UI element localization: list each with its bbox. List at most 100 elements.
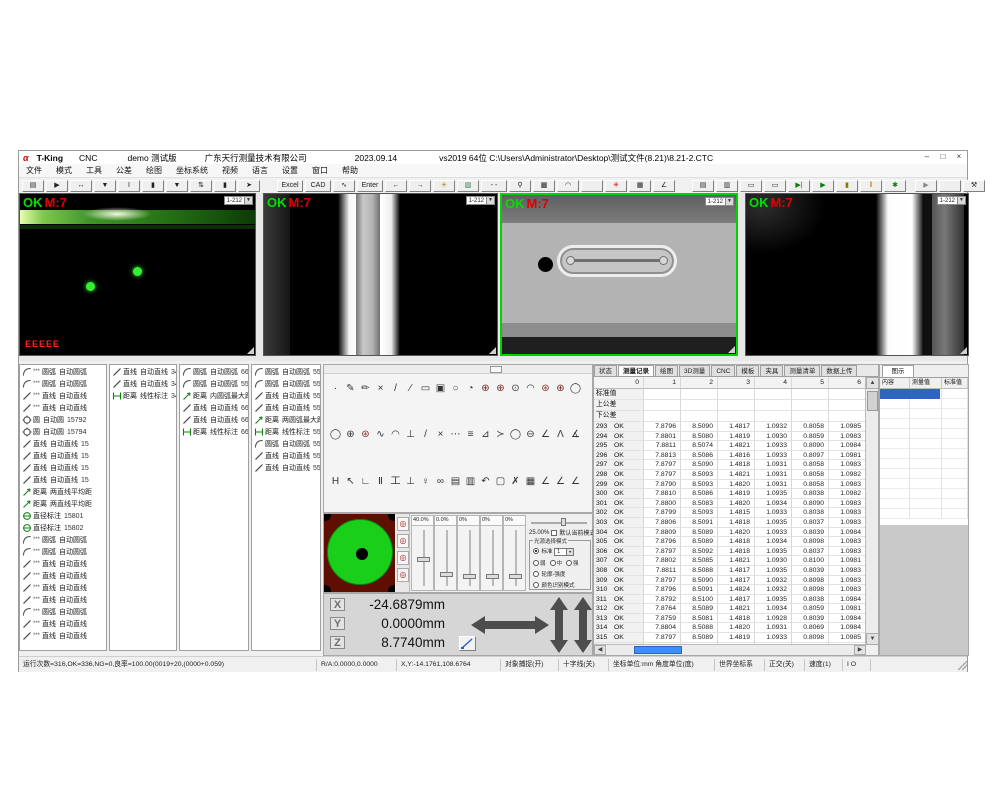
flag-button[interactable]: ▼ xyxy=(166,180,188,192)
tab-状态[interactable]: 状态 xyxy=(594,365,617,376)
tool-icon-r3-8[interactable]: ∞ xyxy=(433,474,448,489)
angle-jog-button[interactable] xyxy=(459,636,476,651)
camera-view-3-selected[interactable]: OKM:71-212▼ xyxy=(500,193,738,356)
light-slider-1[interactable]: 40.0% xyxy=(411,515,434,591)
feature-list-item[interactable]: 直径标注15801 xyxy=(20,510,106,522)
tab-数据上传[interactable]: 数据上传 xyxy=(821,365,857,376)
detail-row[interactable] xyxy=(880,399,968,409)
tool-icon-r3-5[interactable]: 工 xyxy=(388,474,403,489)
ring-segment-button-3[interactable]: ◎ xyxy=(397,551,409,565)
tool-icon-r1-12[interactable]: ⊕ xyxy=(493,381,508,396)
ring-light-indicator[interactable] xyxy=(324,514,395,592)
measurement-row[interactable]: 293OK7.87968.50901.48171.09320.80581.098… xyxy=(594,422,866,432)
tool-icon-r3-12[interactable]: ▢ xyxy=(493,474,508,489)
chevron-down-icon[interactable]: ▼ xyxy=(957,197,965,204)
tab-测量记录[interactable]: 测量记录 xyxy=(618,365,654,376)
tool-icon-r1-11[interactable]: ⊕ xyxy=(478,381,493,396)
light-slider-4[interactable]: 0% xyxy=(480,515,503,591)
status-segment-8[interactable]: 正交(关) xyxy=(765,659,805,671)
feature-list-item[interactable]: ***直线自动直线 xyxy=(20,558,106,570)
pan-button[interactable]: ↔ xyxy=(70,180,92,192)
scroll-right-icon[interactable]: ▶ xyxy=(854,645,866,655)
resize-grip-icon[interactable] xyxy=(247,347,254,354)
slider-thumb[interactable] xyxy=(486,574,499,579)
tool-icon-r3-11[interactable]: ↶ xyxy=(478,474,493,489)
feature-list-item[interactable]: 圆弧自动圆弧55 xyxy=(180,378,248,390)
feature-list-item[interactable]: ***直线自动直线 xyxy=(20,582,106,594)
measurement-row[interactable]: 307OK7.88028.50851.48211.09300.81001.098… xyxy=(594,556,866,566)
tool-icon-r1-5[interactable]: / xyxy=(388,381,403,396)
measurement-row[interactable]: 309OK7.87978.50901.48171.09320.80981.098… xyxy=(594,576,866,586)
slider-thumb[interactable] xyxy=(463,574,476,579)
feature-list-item[interactable]: 直线自动直线55 xyxy=(252,450,320,462)
measurement-row[interactable]: 315OK7.87978.50891.48191.09330.80981.098… xyxy=(594,633,866,643)
feature-list-item[interactable]: ***圆弧自动圆弧 xyxy=(20,366,106,378)
feature-list-item[interactable]: 距离线性标注34 xyxy=(110,390,176,402)
tool-icon-r2-13[interactable]: ◯ xyxy=(508,427,523,442)
tool-icon-r1-16[interactable]: ⊕ xyxy=(553,381,568,396)
measurement-row[interactable]: 295OK7.88118.50741.48211.09330.80901.098… xyxy=(594,441,866,451)
feature-list-item[interactable]: ***直线自动直线 xyxy=(20,570,106,582)
measurement-row[interactable]: 310OK7.87968.50911.48241.09320.80981.098… xyxy=(594,585,866,595)
pattern-button[interactable]: ▩ xyxy=(533,180,555,192)
feature-list-item[interactable]: 直径标注15802 xyxy=(20,522,106,534)
resize-grip-icon[interactable] xyxy=(960,347,967,354)
panel2-button[interactable]: ▭ xyxy=(764,180,786,192)
tool-icon-r1-6[interactable]: ∕ xyxy=(403,381,418,396)
level-radio-弱[interactable] xyxy=(533,560,539,566)
resize-grip-icon[interactable] xyxy=(489,347,496,354)
blank-button[interactable] xyxy=(581,180,603,192)
jog-arrows[interactable] xyxy=(469,595,594,655)
measurement-row[interactable]: 312OK7.87648.50891.48211.09340.80591.098… xyxy=(594,604,866,614)
tool-icon-r1-13[interactable]: ⊙ xyxy=(508,381,523,396)
menu-item-窗口[interactable]: 窗口 xyxy=(305,165,335,176)
menu-item-帮助[interactable]: 帮助 xyxy=(335,165,365,176)
color-mode-radio[interactable] xyxy=(533,582,539,588)
menu-item-语言[interactable]: 语言 xyxy=(245,165,275,176)
scroll-up-icon[interactable]: ▲ xyxy=(866,377,879,389)
tool-icon-r1-1[interactable]: · xyxy=(328,381,343,396)
detail-row[interactable] xyxy=(880,479,968,489)
detail-row[interactable] xyxy=(880,449,968,459)
layers-button[interactable]: ⇅ xyxy=(190,180,212,192)
tool-icon-r3-3[interactable]: ∟ xyxy=(358,474,373,489)
tool-icon-r2-5[interactable]: ◠ xyxy=(388,427,403,442)
light-slider-2[interactable]: 0.0% xyxy=(434,515,457,591)
toolbox-knob[interactable] xyxy=(490,366,502,373)
feature-list-item[interactable]: ***直线自动直线 xyxy=(20,402,106,414)
measurement-row[interactable]: 301OK7.88008.50831.48201.09340.80901.098… xyxy=(594,499,866,509)
tool-icon-r3-17[interactable]: ∠ xyxy=(568,474,583,489)
feature-list-item[interactable]: ***圆弧自动圆弧 xyxy=(20,546,106,558)
chart-button[interactable]: ∠ xyxy=(653,180,675,192)
tool-icon-r1-9[interactable]: ○ xyxy=(448,381,463,396)
measurement-row[interactable]: 299OK7.87908.50931.48201.09310.80581.098… xyxy=(594,480,866,490)
measurement-row[interactable]: 298OK7.87978.50931.48211.09310.80581.098… xyxy=(594,470,866,480)
tool-icon-r3-9[interactable]: ▤ xyxy=(448,474,463,489)
text-cursor-button[interactable]: I xyxy=(118,180,140,192)
tool-button[interactable]: ⚒ xyxy=(963,180,985,192)
enter-button[interactable]: Enter xyxy=(357,180,383,192)
arrow-left-button[interactable]: ← xyxy=(385,180,407,192)
feature-list-item[interactable]: ***直线自动直线 xyxy=(20,594,106,606)
burst-button[interactable]: ✳ xyxy=(605,180,627,192)
feature-list-item[interactable]: 直线自动直线15 xyxy=(20,474,106,486)
status-segment-9[interactable]: 速度(1) xyxy=(805,659,843,671)
tool-icon-r3-1[interactable]: H xyxy=(328,474,343,489)
detail-row[interactable] xyxy=(880,459,968,469)
measurement-row[interactable]: 311OK7.87928.51001.48171.09350.80381.098… xyxy=(594,595,866,605)
status-segment-10[interactable]: I O xyxy=(843,659,871,671)
menu-item-设置[interactable]: 设置 xyxy=(275,165,305,176)
feature-list-item[interactable]: 直线自动直线55 xyxy=(252,402,320,414)
feature-list-item[interactable]: 直线自动直线55 xyxy=(252,462,320,474)
tool-icon-r2-15[interactable]: ∠ xyxy=(538,427,553,442)
tool-icon-r1-10[interactable]: ◔ xyxy=(463,381,478,396)
tool-icon-r3-14[interactable]: ▦ xyxy=(523,474,538,489)
probe-button[interactable]: ▼ xyxy=(94,180,116,192)
window-resize-grip[interactable] xyxy=(957,660,967,670)
menu-item-文件[interactable]: 文件 xyxy=(19,165,49,176)
tab-模板[interactable]: 模板 xyxy=(736,365,759,376)
camera-view-2[interactable]: OKM:71-212▼ xyxy=(263,193,498,356)
cursor-button[interactable]: ➤ xyxy=(238,180,260,192)
tool-icon-r2-6[interactable]: ⊥ xyxy=(403,427,418,442)
tool-icon-r2-2[interactable]: ⊕ xyxy=(343,427,358,442)
